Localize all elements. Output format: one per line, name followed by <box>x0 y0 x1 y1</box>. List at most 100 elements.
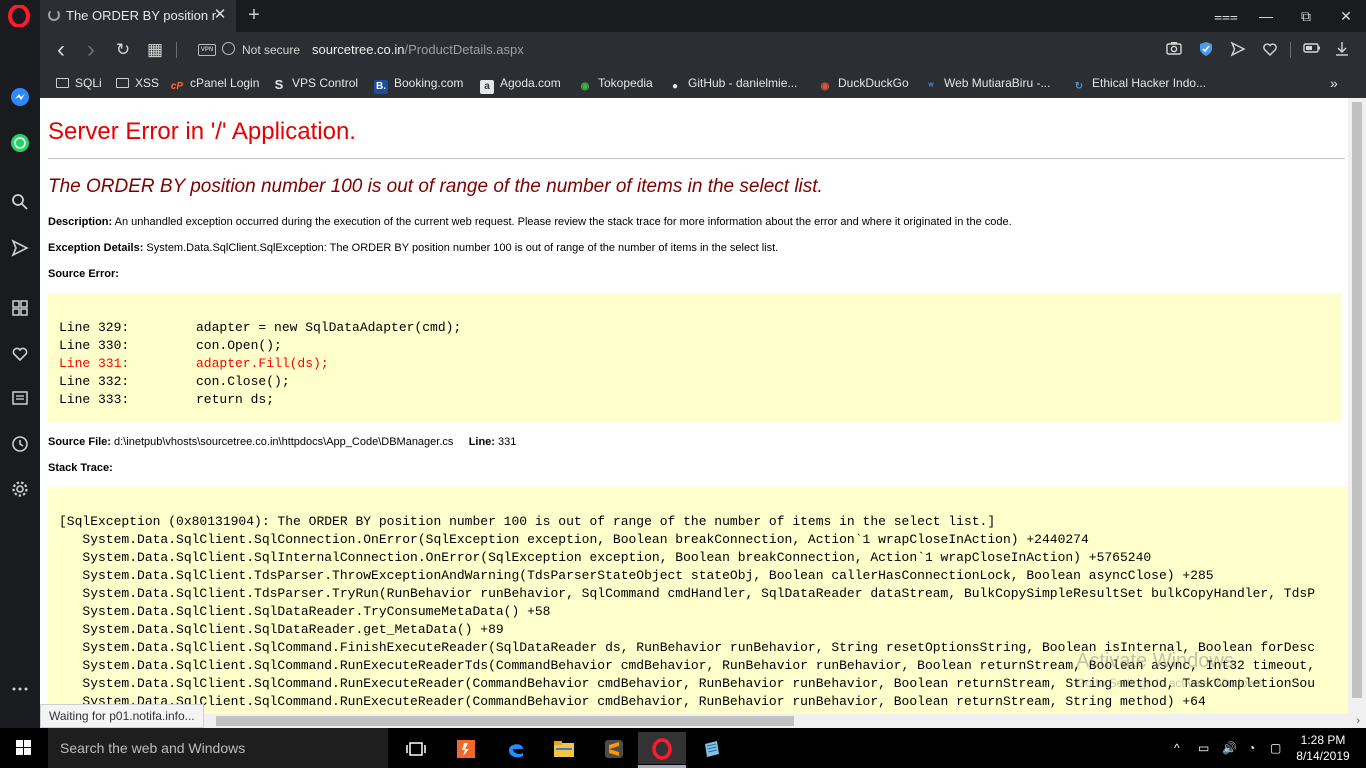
file-explorer-icon[interactable] <box>540 732 588 764</box>
send-to-flow-icon[interactable] <box>1228 41 1248 59</box>
bookmark-label: Agoda.com <box>500 76 561 90</box>
vertical-scrollbar[interactable] <box>1348 98 1366 714</box>
stack-trace-line: System.Data.SqlClient.SqlDataReader.get_… <box>59 622 504 637</box>
wifi-icon[interactable]: ◔ <box>1248 728 1255 768</box>
download-icon[interactable] <box>1332 41 1352 59</box>
page-title: Server Error in '/' Application. <box>48 118 356 145</box>
tab-close-icon[interactable]: ✕ <box>210 5 230 25</box>
activate-windows-subtext: Go to Settings to activate Windows. <box>1076 676 1266 690</box>
notepad-app-icon[interactable] <box>688 732 736 764</box>
burp-suite-app-icon[interactable] <box>442 732 490 764</box>
tray-overflow-chevron-icon[interactable]: ^ <box>1174 728 1180 768</box>
start-button[interactable] <box>0 728 48 768</box>
history-clock-icon[interactable] <box>8 435 32 459</box>
bookmark-agoda[interactable]: a Agoda.com <box>480 75 561 94</box>
browser-tab[interactable]: The ORDER BY position nu ✕ <box>40 0 236 32</box>
opera-logo-icon[interactable] <box>8 5 30 27</box>
more-options-icon[interactable] <box>8 675 32 699</box>
volume-icon[interactable]: 🔊 <box>1222 728 1237 768</box>
folder-icon <box>56 78 69 88</box>
activate-windows-watermark: Activate Windows <box>1076 650 1234 672</box>
url-field[interactable]: sourcetree.co.in/ProductDetails.aspx <box>312 42 524 57</box>
battery-icon[interactable]: ▭ <box>1198 728 1209 768</box>
source-line-code: return ds; <box>196 392 275 407</box>
forward-button[interactable]: › <box>80 38 102 62</box>
scroll-right-arrow-icon[interactable]: › <box>1356 714 1360 728</box>
sublime-text-icon[interactable] <box>590 732 638 764</box>
adblock-shield-icon[interactable] <box>1196 41 1216 59</box>
exception-row: Exception Details: System.Data.SqlClient… <box>48 242 778 254</box>
close-window-button[interactable]: ✕ <box>1326 0 1366 32</box>
agoda-icon: a <box>480 80 494 94</box>
bookmarks-overflow-chevron-icon[interactable]: » <box>1330 75 1338 91</box>
bookmark-label: SQLi <box>75 76 102 90</box>
stack-trace-line: System.Data.SqlClient.SqlConnection.OnEr… <box>59 532 1089 547</box>
battery-saver-icon[interactable] <box>1302 41 1322 59</box>
bookmark-folder-xss[interactable]: XSS <box>116 75 159 91</box>
speed-dial-icon[interactable] <box>8 299 32 323</box>
horizontal-scroll-thumb[interactable] <box>216 716 794 726</box>
taskbar-clock[interactable]: 1:28 PM 8/14/2019 <box>1290 732 1356 764</box>
source-file-row: Source File: d:\inetpub\vhosts\sourcetre… <box>48 436 516 448</box>
bookmark-web-mutiarabiru[interactable]: ʷ Web MutiaraBiru -... <box>924 75 1050 92</box>
search-icon[interactable] <box>8 193 32 217</box>
wordpress-icon: ʷ <box>928 81 934 92</box>
flow-send-icon[interactable] <box>8 239 32 263</box>
page-content: Server Error in '/' Application. The ORD… <box>40 98 1348 714</box>
task-view-icon[interactable] <box>392 732 440 764</box>
reload-button[interactable]: ↻ <box>112 40 134 60</box>
bookmarks-heart-icon[interactable] <box>8 345 32 369</box>
stack-trace-line: System.Data.SqlClient.TdsParser.ThrowExc… <box>59 568 1214 583</box>
security-status[interactable]: Not secure <box>242 43 300 57</box>
vpn-badge[interactable]: VPN <box>198 44 216 56</box>
loading-spinner-icon <box>48 9 60 21</box>
source-line-number: Line 330: <box>59 338 130 353</box>
back-button[interactable]: ‹ <box>50 38 72 62</box>
cpanel-icon: cP <box>170 81 184 92</box>
opera-taskbar-icon[interactable] <box>638 732 686 764</box>
folder-icon <box>116 78 129 88</box>
bookmark-vps-control[interactable]: S VPS Control <box>272 75 359 92</box>
vertical-scroll-thumb[interactable] <box>1352 102 1362 698</box>
source-line-number: Line 332: <box>59 374 130 389</box>
bookmark-heart-icon[interactable] <box>1260 41 1280 59</box>
restore-button[interactable]: ⧉ <box>1286 0 1326 32</box>
minimize-button[interactable]: — <box>1246 0 1286 32</box>
bookmark-label: VPS Control <box>292 76 359 90</box>
source-line-number: Line 331: <box>59 356 130 371</box>
description-row: Description: An unhandled exception occu… <box>48 216 1012 228</box>
description-text: An unhandled exception occurred during t… <box>114 216 1012 228</box>
taskbar-search-box[interactable]: Search the web and Windows <box>48 728 388 768</box>
bookmark-cpanel[interactable]: cP cPanel Login <box>170 75 260 92</box>
globe-icon[interactable] <box>222 42 235 55</box>
news-icon[interactable] <box>8 389 32 413</box>
bookmark-booking[interactable]: B. Booking.com <box>374 75 463 94</box>
toolbar-separator <box>176 42 177 58</box>
title-divider <box>48 158 1345 159</box>
bookmark-tokopedia[interactable]: ◉ Tokopedia <box>578 75 653 92</box>
action-center-icon[interactable]: ▢ <box>1270 728 1281 768</box>
bookmark-folder-sqli[interactable]: SQLi <box>56 75 102 91</box>
description-label: Description: <box>48 216 113 228</box>
source-line-number: Line 333: <box>59 392 130 407</box>
stack-trace-label: Stack Trace: <box>48 462 113 474</box>
clock-time: 1:28 PM <box>1300 733 1346 747</box>
easy-setup-icon[interactable]: ⩶ <box>1206 0 1246 32</box>
bookmark-duckduckgo[interactable]: ◉ DuckDuckGo <box>818 75 909 92</box>
tab-overview-button[interactable]: ▦ <box>144 40 166 60</box>
duckduckgo-icon: ◉ <box>820 81 830 92</box>
exception-label: Exception Details: <box>48 242 144 254</box>
settings-gear-icon[interactable] <box>8 480 32 504</box>
tokopedia-icon: ◉ <box>580 81 590 92</box>
edge-browser-icon[interactable] <box>492 732 540 764</box>
tab-title: The ORDER BY position nu <box>66 8 216 23</box>
snapshot-camera-icon[interactable] <box>1164 41 1184 59</box>
bookmark-label: DuckDuckGo <box>838 76 909 90</box>
stack-trace-heading: Stack Trace: <box>48 462 113 474</box>
bookmark-ethical-hacker[interactable]: ↻ Ethical Hacker Indo... <box>1072 75 1206 92</box>
whatsapp-icon[interactable] <box>8 133 32 157</box>
messenger-icon[interactable] <box>8 87 32 111</box>
new-tab-button[interactable]: + <box>244 4 264 26</box>
bookmark-github[interactable]: ● GitHub - danielmie... <box>668 75 797 92</box>
horizontal-scrollbar[interactable]: › <box>40 714 1366 728</box>
